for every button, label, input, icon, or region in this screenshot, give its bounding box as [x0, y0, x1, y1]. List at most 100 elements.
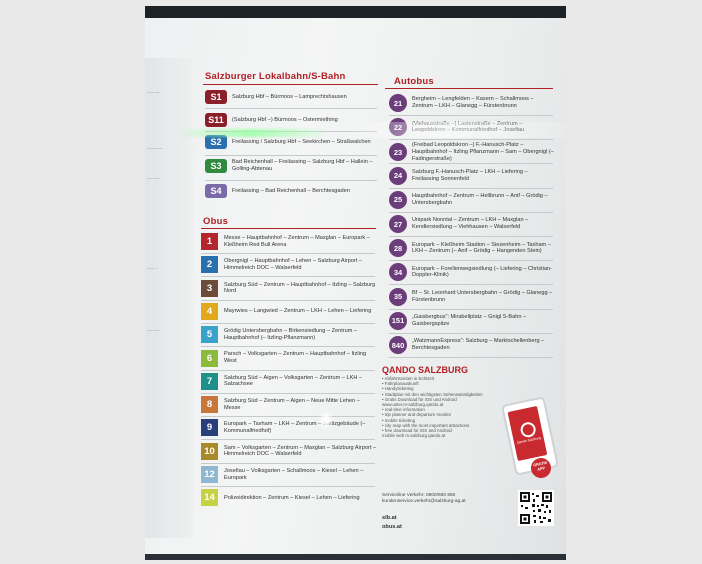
- obus-row: 6 Parsch – Volksgarten – Zentrum – Hauptb…: [201, 349, 377, 367]
- line-badge: 21: [389, 94, 407, 112]
- separator: [389, 357, 553, 358]
- line-badge: 840: [389, 336, 407, 354]
- line-badge: 23: [389, 143, 407, 162]
- separator: [201, 346, 375, 348]
- separator: [389, 332, 553, 334]
- line-badge: 12: [201, 466, 218, 483]
- line-badge: 24: [389, 166, 407, 185]
- glass-reflection: [330, 122, 566, 138]
- autobus-row: 24 Salzburg F.-Hanusch-Platz – LKH – Lief…: [389, 166, 554, 185]
- obus-row: 10 Sam – Volksgarten – Zentrum – Maxglan …: [201, 442, 377, 460]
- autobus-row: 27 Unipark Nonntal – Zentrum – LKH – Maxg…: [389, 215, 554, 233]
- qr-code-icon: [518, 490, 554, 526]
- obus-row: 8 Salzburg Süd – Zentrum – Aigen – Neue M…: [201, 396, 377, 414]
- separator: [389, 236, 553, 237]
- map-label: ~~~ ~~: [147, 90, 160, 95]
- separator: [205, 155, 377, 156]
- route-text: Josefiau – Volksgarten – Schallmoos – Ki…: [224, 467, 364, 481]
- route-text: Bergheim – Lengfelden – Kasern – Schallm…: [412, 96, 534, 109]
- obus-row: 9 Europark – Taxham – LKH – Zentrum – Jus…: [201, 419, 377, 437]
- route-text: Grödig Untersbergbahn – Birkensiedlung –…: [224, 328, 358, 341]
- line-badge: S11: [205, 113, 227, 127]
- timetable-sign: ~~~ ~~ ~~~~ ~~ ~~ ~~~ ~~~ ~ ~~ ~~~ Salzb…: [145, 18, 566, 556]
- line-badge: S3: [205, 159, 227, 173]
- map-label: ~~ ~~~: [147, 176, 160, 181]
- route-text: Salzburg Hbf – Bürmoos – Lamprechtshause…: [232, 93, 347, 100]
- map-label: ~~~ ~: [147, 266, 158, 271]
- separator: [201, 253, 375, 254]
- separator: [389, 139, 553, 141]
- heading-rule: [385, 88, 553, 89]
- obus-row: 12 Josefiau – Volksgarten – Schallmoos – …: [201, 466, 377, 483]
- heading-rule: [201, 228, 376, 229]
- qando-heading: QANDO SALZBURG: [382, 365, 468, 375]
- map-label: ~~~~ ~~: [147, 146, 163, 151]
- line-badge: 28: [389, 239, 407, 258]
- line-badge: 25: [389, 190, 407, 209]
- autobus-row: 35 Bf – St. Leonhard Untersbergbahn – Grö…: [389, 287, 554, 306]
- route-text: Freilassing / Salzburg Hbf – Seekirchen …: [232, 138, 371, 145]
- route-text: Hauptbahnhof – Zentrum – Hellbrunn – Ani…: [412, 193, 548, 206]
- line-badge: 3: [201, 279, 218, 297]
- separator: [389, 284, 553, 286]
- qando-bullets: • Abfahrtszeiten in Echtzeit • Fahrplanau…: [382, 376, 510, 438]
- autobus-row: 840 „WatzmannExpress“: Salzburg – Marktsc…: [389, 336, 554, 354]
- separator: [389, 211, 553, 213]
- route-text: Bad Reichenhall – Freilassing – Salzburg…: [232, 159, 373, 172]
- route-text: Freilassing – Bad Reichenhall – Berchtes…: [232, 187, 350, 194]
- route-text: Mayrwies – Langwied – Zentrum – LKH – Le…: [224, 308, 372, 315]
- separator: [201, 369, 375, 371]
- route-text: Parsch – Volksgarten – Zentrum – Hauptba…: [224, 351, 367, 364]
- route-text: Polizeidirektion – Zentrum – Kiesel – Le…: [224, 494, 360, 501]
- line-badge: 4: [201, 302, 218, 320]
- obus-row: 2 Obergnigl – Hauptbahnhof – Lehen – Salz…: [201, 256, 377, 274]
- line-badge: 35: [389, 287, 407, 306]
- route-text: Salzburg F.-Hanusch-Platz – LKH – Liefer…: [412, 169, 528, 182]
- line-badge: 6: [201, 349, 218, 367]
- separator: [201, 322, 375, 324]
- separator: [201, 416, 375, 418]
- site-obus: obus.at: [382, 524, 402, 530]
- separator: [389, 308, 553, 310]
- line-badge: 27: [389, 215, 407, 233]
- obus-row: 1 Messe – Hauptbahnhof – Zentrum – Maxgla…: [201, 233, 377, 250]
- autobus-row: 25 Hauptbahnhof – Zentrum – Hellbrunn – A…: [389, 190, 554, 209]
- autobus-row: 23 (Freibad Leopoldskron –) F.-Hanusch-Pl…: [389, 142, 554, 162]
- route-text: Europark – Forellenwegsiedlung (– Liefer…: [412, 265, 552, 279]
- obus-row: 5 Grödig Untersbergbahn – Birkensiedlung …: [201, 326, 377, 344]
- autobus-row: 28 Europark – Kleßheim Stadion – Siezenhe…: [389, 239, 554, 258]
- phone-screen: Qando Salzburg: [507, 405, 548, 462]
- separator: [389, 260, 553, 262]
- service-email: kundenservice.verkehr@salzburg-ag.at: [382, 499, 466, 504]
- route-text: (Salzburg Hbf –) Bürmoos – Ostermiething: [232, 116, 338, 123]
- line-badge: 1: [201, 233, 218, 250]
- line-badge: 5: [201, 326, 218, 344]
- separator: [389, 163, 553, 165]
- sbahn-row-s1: S1 Salzburg Hbf – Bürmoos – Lamprechtsha…: [205, 90, 380, 104]
- autobus-row: 151 „Gaisbergbus“: Mirabellplatz – Gnigl …: [389, 311, 554, 330]
- route-text: Bf – St. Leonhard Untersbergbahn – Grödi…: [412, 290, 553, 303]
- obus-row: 7 Salzburg Süd – Aigen – Volksgarten – Ze…: [201, 372, 377, 390]
- line-badge: 8: [201, 396, 218, 414]
- route-text: Salzburg Süd – Zentrum – Hauptbahnhof – …: [224, 281, 376, 295]
- separator: [201, 462, 375, 464]
- line-badge: S2: [205, 135, 227, 149]
- route-text: (Freibad Leopoldskron –) F.-Hanusch-Plat…: [412, 142, 554, 162]
- separator: [201, 439, 375, 441]
- autobus-heading: Autobus: [394, 76, 434, 87]
- route-text: Europark – Taxham – LKH – Zentrum – Just…: [224, 421, 366, 434]
- obus-row: 4 Mayrwies – Langwied – Zentrum – LKH – L…: [201, 302, 377, 320]
- sbahn-row-s3: S3 Bad Reichenhall – Freilassing – Salzb…: [205, 159, 380, 173]
- separator: [389, 115, 553, 116]
- separator: [201, 392, 375, 394]
- line-badge: 7: [201, 372, 218, 390]
- slb-heading: Salzburger Lokalbahn/S-Bahn: [205, 71, 346, 82]
- line-badge: 9: [201, 419, 218, 437]
- separator: [205, 108, 377, 109]
- qando-bullet: mobile web m.salzburg.qando.at: [382, 433, 446, 439]
- separator: [201, 299, 375, 301]
- autobus-row: 21 Bergheim – Lengfelden – Kasern – Schal…: [389, 94, 554, 112]
- line-badge: 10: [201, 442, 218, 460]
- line-badge: 14: [201, 489, 218, 507]
- route-text: Sam – Volksgarten – Zentrum – Maxglan – …: [224, 444, 377, 458]
